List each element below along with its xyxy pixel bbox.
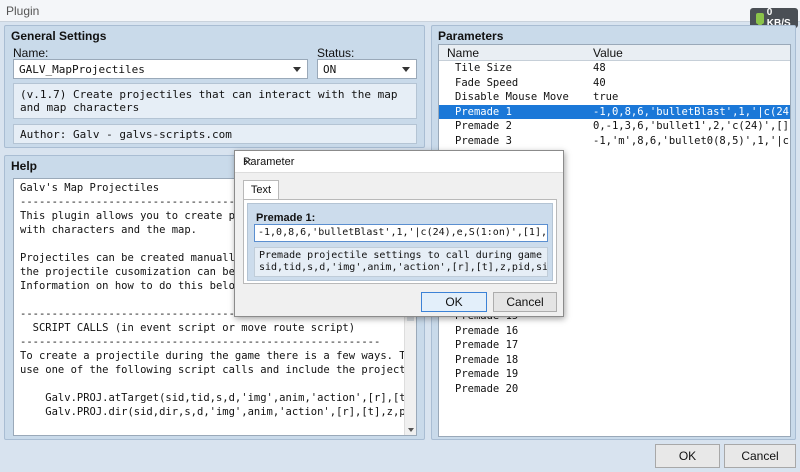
param-name: Premade 17 (455, 339, 519, 352)
param-value (585, 367, 790, 382)
table-row[interactable]: Disable Mouse Move true (439, 90, 790, 105)
window-title: Plugin (6, 4, 40, 18)
param-name: Fade Speed (455, 76, 519, 89)
param-name: Tile Size (455, 62, 512, 74)
param-value (585, 265, 790, 280)
name-label: Name: (13, 46, 49, 60)
param-name: Premade 18 (455, 353, 519, 366)
ok-button[interactable]: OK (655, 444, 720, 468)
column-header-value[interactable]: Value (585, 45, 623, 60)
table-row[interactable]: Premade 2 0,-1,3,6,'bullet1',2,'c(24)',[]… (439, 119, 790, 134)
cancel-button[interactable]: Cancel (724, 444, 796, 468)
help-title: Help (11, 159, 38, 173)
table-row[interactable]: Fade Speed 40 (439, 76, 790, 91)
param-value (585, 295, 790, 310)
param-value (585, 382, 790, 397)
scroll-down-icon[interactable] (408, 428, 414, 432)
param-name: Premade 20 (455, 383, 519, 396)
param-value (585, 149, 790, 164)
param-value (585, 309, 790, 324)
dialog-tab-page: Premade 1: -1,0,8,6,'bulletBlast',1,'|c(… (243, 199, 557, 284)
plugin-name-value: GALV_MapProjectiles (19, 62, 145, 76)
plugin-name-select[interactable]: GALV_MapProjectiles (13, 59, 308, 79)
table-row[interactable]: Premade 19 (439, 367, 790, 382)
param-value: true (593, 91, 619, 104)
param-value (585, 207, 790, 222)
parameter-dialog: Parameter ✕ Text Premade 1: -1,0,8,6,'bu… (234, 150, 564, 317)
dialog-titlebar: Parameter ✕ (235, 151, 563, 173)
download-arrow-icon (756, 12, 764, 27)
param-name: Disable Mouse Move (455, 91, 569, 104)
premade-value-input[interactable]: -1,0,8,6,'bulletBlast',1,'|c(24),e,S(1:o… (254, 224, 548, 242)
param-value (585, 251, 790, 266)
general-settings-title: General Settings (11, 29, 107, 43)
parameters-table-header: Name Value (439, 45, 790, 61)
table-row[interactable]: Premade 16 (439, 324, 790, 339)
param-name: Premade 3 (455, 134, 512, 147)
chevron-down-icon (293, 67, 301, 72)
param-value (585, 324, 790, 339)
dialog-cancel-button[interactable]: Cancel (493, 292, 557, 312)
dialog-field-description: Premade projectile settings to call duri… (254, 247, 548, 277)
param-value: 40 (593, 76, 606, 89)
param-name: Premade 2 (455, 120, 512, 133)
param-name: Premade 19 (455, 368, 519, 381)
table-row[interactable]: Premade 18 (439, 353, 790, 368)
table-row[interactable]: Premade 3 -1,'m',8,6,'bullet0(8,5)',1,'|c… (439, 134, 790, 149)
param-value: 0,-1,3,6,'bullet1',2,'c(24)',[],[]… (593, 120, 790, 133)
param-name: Premade 1 (455, 105, 512, 118)
param-value (585, 178, 790, 193)
param-value (585, 222, 790, 237)
param-value (585, 236, 790, 251)
parameters-title: Parameters (438, 29, 504, 43)
column-header-name[interactable]: Name (439, 45, 585, 60)
tab-text[interactable]: Text (243, 180, 279, 200)
param-value (585, 353, 790, 368)
plugin-author: Author: Galv - galvs-scripts.com (13, 124, 417, 144)
param-value (585, 163, 790, 178)
dialog-field-label: Premade 1: (256, 212, 316, 224)
table-row[interactable]: Premade 1 -1,0,8,6,'bulletBlast',1,'|c(24… (439, 104, 790, 120)
param-value: -1,'m',8,6,'bullet0(8,5)',1,'|c(24… (593, 134, 790, 147)
general-settings-panel: General Settings Name: GALV_MapProjectil… (4, 25, 425, 148)
status-label: Status: (317, 46, 355, 60)
chevron-down-icon (402, 67, 410, 72)
close-icon[interactable]: ✕ (243, 156, 555, 169)
plugin-description: (v.1.7) Create projectiles that can inte… (13, 83, 417, 119)
dialog-field-group: Premade 1: -1,0,8,6,'bulletBlast',1,'|c(… (247, 203, 553, 281)
table-row[interactable]: Premade 20 (439, 382, 790, 397)
param-value (585, 338, 790, 353)
param-value: 48 (593, 62, 606, 74)
param-value (585, 280, 790, 295)
status-select[interactable]: ON (317, 59, 417, 79)
param-name: Premade 16 (455, 324, 519, 337)
param-value (585, 192, 790, 207)
dialog-ok-button[interactable]: OK (421, 292, 487, 312)
window-titlebar: Plugin (0, 0, 800, 22)
table-row[interactable]: Tile Size 48 (439, 61, 790, 76)
status-value: ON (323, 62, 337, 76)
table-row[interactable]: Premade 17 (439, 338, 790, 353)
param-value: -1,0,8,6,'bulletBlast',1,'|c(24),e… (593, 105, 790, 118)
